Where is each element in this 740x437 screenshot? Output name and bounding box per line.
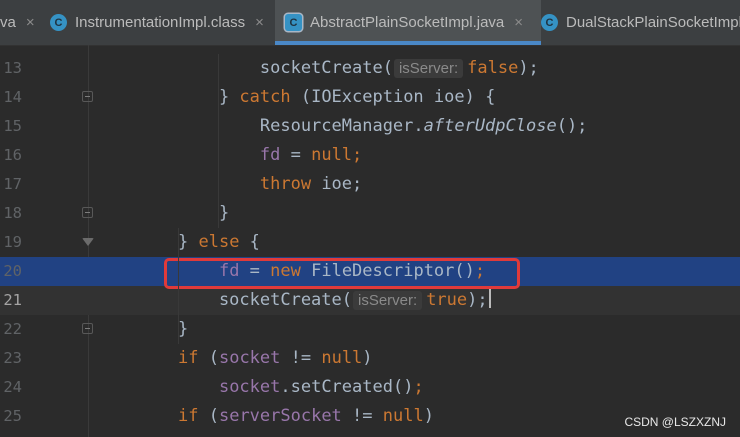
line-number: 24 xyxy=(3,378,22,396)
text-caret xyxy=(488,289,491,308)
line-number: 20 xyxy=(3,262,22,280)
tab-truncated-java[interactable]: va × xyxy=(0,0,40,45)
line-number: 15 xyxy=(3,117,22,135)
line-number: 17 xyxy=(3,175,22,193)
parameter-hint: isServer: xyxy=(393,59,464,78)
tab-abstractplainsocketimpl[interactable]: C AbstractPlainSocketImpl.java × xyxy=(275,0,541,45)
fold-marker-icon[interactable] xyxy=(82,207,93,218)
parameter-hint: isServer: xyxy=(353,291,423,310)
watermark: CSDN @LSZXZNJ xyxy=(624,415,726,429)
code-line[interactable]: 13 socketCreate(isServer: false); xyxy=(0,54,740,83)
tab-label: AbstractPlainSocketImpl.java xyxy=(310,14,505,31)
code-line[interactable]: 18 } xyxy=(0,199,740,228)
indent-guide xyxy=(218,54,219,228)
code-text: socketCreate(isServer: false); xyxy=(178,58,539,78)
line-number: 19 xyxy=(3,233,22,251)
code-text: socket.setCreated(); xyxy=(218,377,424,397)
fold-marker-icon[interactable] xyxy=(82,91,93,102)
code-text: if (serverSocket != null) xyxy=(178,406,434,426)
code-text: } xyxy=(178,319,189,339)
code-line[interactable]: 14 } catch (IOException ioe) { xyxy=(0,83,740,112)
line-number: 23 xyxy=(3,349,22,367)
fold-marker-icon[interactable] xyxy=(82,238,94,246)
code-line[interactable]: 23 if (socket != null) xyxy=(0,344,740,373)
code-text: } xyxy=(178,203,230,223)
line-number: 21 xyxy=(3,291,22,309)
close-icon[interactable]: × xyxy=(514,14,523,31)
code-editor[interactable]: 13 socketCreate(isServer: false); 14 } cat… xyxy=(0,45,740,437)
code-line[interactable]: 16 fd = null; xyxy=(0,141,740,170)
highlight-box xyxy=(164,258,520,289)
tab-dualstackplainsocketimpl[interactable]: C DualStackPlainSocketImpl xyxy=(533,0,740,45)
line-number: 16 xyxy=(3,146,22,164)
line-number: 25 xyxy=(3,407,22,425)
code-text: ResourceManager.afterUdpClose(); xyxy=(178,116,588,136)
abstract-class-icon: C xyxy=(285,14,302,31)
indent-guide xyxy=(178,228,179,344)
line-number: 22 xyxy=(3,320,22,338)
code-line[interactable]: 17 throw ioe; xyxy=(0,170,740,199)
code-line[interactable]: 21 socketCreate(isServer: true); xyxy=(0,286,740,315)
code-line[interactable]: 24 socket.setCreated(); xyxy=(0,373,740,402)
class-icon: C xyxy=(50,14,67,31)
code-text: throw ioe; xyxy=(259,174,363,194)
code-text: if (socket != null) xyxy=(178,348,373,368)
close-icon[interactable]: × xyxy=(26,14,35,31)
code-line[interactable]: 15 ResourceManager.afterUdpClose(); xyxy=(0,112,740,141)
line-number: 14 xyxy=(3,88,22,106)
code-text: } catch (IOException ioe) { xyxy=(178,87,496,107)
editor-tab-bar: va × C InstrumentationImpl.class × C Abs… xyxy=(0,0,740,46)
code-text: fd = null; xyxy=(259,145,363,165)
line-number: 18 xyxy=(3,204,22,222)
line-number: 13 xyxy=(3,59,22,77)
code-text: } else { xyxy=(178,232,260,252)
tab-label: InstrumentationImpl.class xyxy=(75,14,246,31)
tab-label: va xyxy=(0,14,16,31)
code-line[interactable]: 19 } else { xyxy=(0,228,740,257)
class-icon: C xyxy=(541,14,558,31)
tab-label: DualStackPlainSocketImpl xyxy=(566,14,740,31)
code-line[interactable]: 22} xyxy=(0,315,740,344)
tab-instrumentationimpl[interactable]: C InstrumentationImpl.class × xyxy=(42,0,280,45)
close-icon[interactable]: × xyxy=(255,14,264,31)
code-text: socketCreate(isServer: true); xyxy=(178,286,491,315)
fold-marker-icon[interactable] xyxy=(82,323,93,334)
